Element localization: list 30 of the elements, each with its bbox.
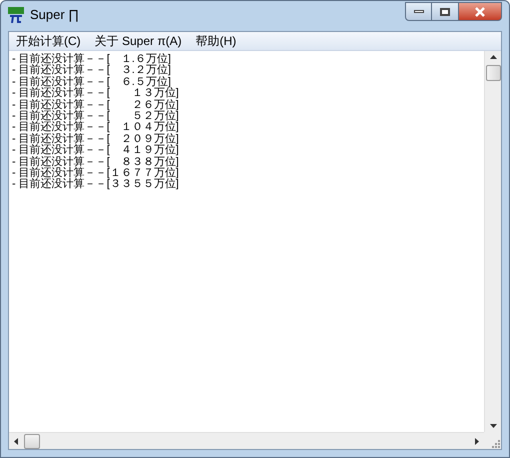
scroll-thumb[interactable] [24,434,40,448]
scroll-right-icon[interactable] [475,438,479,444]
output-line: - 目前还没计算－－[ ５２万位] [12,111,180,122]
scroll-down-icon[interactable] [490,424,496,428]
output-line: - 目前还没计算－－[ ３.２万位] [12,65,172,76]
scroll-thumb[interactable] [486,65,500,81]
window-title: Super ∏ [30,6,80,24]
output-line: - 目前还没计算－－[ ４１９万位] [12,145,180,156]
horizontal-scrollbar[interactable] [9,432,484,449]
close-icon [474,6,486,16]
output-line: - 目前还没计算－－[ ６.５万位] [12,76,171,88]
close-button[interactable] [458,2,502,21]
resize-grip-icon[interactable] [491,439,501,449]
output-line: - 目前还没计算－－[ ８３８万位] [12,156,180,168]
output-line: - 目前还没计算－－[ ２０９万位] [12,134,180,145]
scroll-up-icon[interactable] [490,55,496,59]
menu-item[interactable]: 关于 Super π(A) [88,32,189,50]
vertical-scrollbar[interactable] [484,51,501,432]
maximize-button[interactable] [432,2,458,21]
output-line: - 目前还没计算－－[１６７７万位] [12,168,180,180]
output-line: - 目前还没计算－－[３３５５万位] [12,179,180,191]
output-line: - 目前还没计算－－[ １.６万位] [12,54,172,65]
minimize-button[interactable] [405,2,432,21]
app-icon [8,7,24,23]
menu-item[interactable]: 开始计算(C) [9,32,88,50]
scroll-left-icon[interactable] [14,438,18,444]
menu-item[interactable]: 帮助(H) [188,32,244,50]
output-line: - 目前还没计算－－[ ２６万位] [12,100,180,111]
output-line: - 目前还没计算－－[ １３万位] [12,88,180,100]
output-line: - 目前还没计算－－[ １０４万位] [12,122,180,134]
